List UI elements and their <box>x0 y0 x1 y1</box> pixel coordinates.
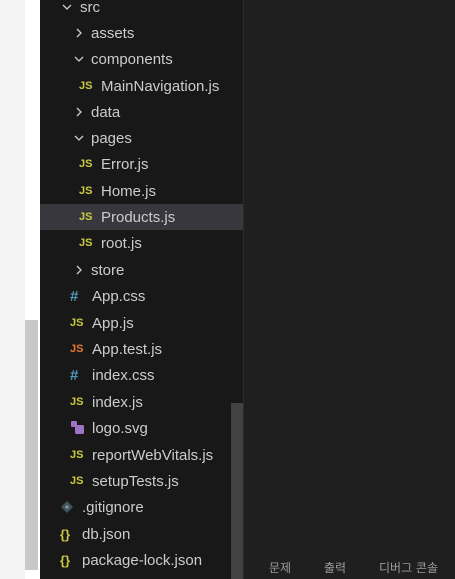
file-app-test-js[interactable]: JS App.test.js <box>40 336 243 362</box>
folder-src[interactable]: src <box>40 0 243 20</box>
file-reportwebvitals-js[interactable]: JS reportWebVitals.js <box>40 442 243 468</box>
tab-problems[interactable]: 문제 <box>269 559 291 576</box>
tree-item-label: App.test.js <box>92 340 163 358</box>
tree-item-label: setupTests.js <box>92 472 179 490</box>
tree-item-label: index.js <box>92 393 143 411</box>
git-diamond-icon <box>60 500 82 514</box>
tree-item-label: Products.js <box>101 208 176 226</box>
tree-item-label: logo.svg <box>92 419 148 437</box>
tree-item-label: Home.js <box>101 182 157 200</box>
tree-item-label: App.css <box>92 287 146 305</box>
js-file-icon: JS <box>70 317 84 329</box>
file-logo-svg[interactable]: logo.svg <box>40 415 243 441</box>
tree-item-label: components <box>91 50 173 68</box>
file-root-js[interactable]: JS root.js <box>40 230 243 256</box>
left-scrollbar-thumb[interactable] <box>25 320 38 570</box>
js-file-icon: JS <box>79 158 93 170</box>
js-file-icon: JS <box>79 237 93 249</box>
js-file-icon: JS <box>79 211 93 223</box>
file-mainnavigation-js[interactable]: JS MainNavigation.js <box>40 73 243 99</box>
tree-item-label: .gitignore <box>82 498 144 516</box>
folder-assets[interactable]: assets <box>40 20 243 46</box>
folder-components[interactable]: components <box>40 46 243 72</box>
file-package-lock-json[interactable]: {} package-lock.json <box>40 547 243 573</box>
file-home-js[interactable]: JS Home.js <box>40 178 243 204</box>
chevron-down-icon <box>60 1 74 13</box>
screen: src assets components JS MainNavigation.… <box>0 0 455 579</box>
js-file-icon: JS <box>70 475 84 487</box>
chevron-right-icon <box>72 27 86 39</box>
tab-debug-console[interactable]: 디버그 콘솔 <box>379 559 438 576</box>
file-app-css[interactable]: # App.css <box>40 283 243 309</box>
file-index-js[interactable]: JS index.js <box>40 389 243 415</box>
file-db-json[interactable]: {} db.json <box>40 521 243 547</box>
tree-item-label: reportWebVitals.js <box>92 446 214 464</box>
tree-item-label: assets <box>91 24 135 42</box>
file-app-js[interactable]: JS App.js <box>40 310 243 336</box>
tree-item-label: src <box>80 0 100 16</box>
js-test-file-icon: JS <box>70 343 84 355</box>
tree-item-label: Error.js <box>101 155 149 173</box>
editor-area[interactable] <box>244 0 455 579</box>
folder-pages[interactable]: pages <box>40 125 243 151</box>
tab-output[interactable]: 출력 <box>324 559 346 576</box>
json-file-icon: {} <box>60 552 71 568</box>
left-chrome-panel <box>0 0 25 579</box>
js-file-icon: JS <box>79 185 93 197</box>
tree-item-label: db.json <box>82 525 131 543</box>
tree-item-label: store <box>91 261 125 279</box>
tree-item-label: package-lock.json <box>82 551 203 569</box>
file-error-js[interactable]: JS Error.js <box>40 151 243 177</box>
tree-item-label: root.js <box>101 234 142 252</box>
tree-item-label: pages <box>91 129 132 147</box>
json-file-icon: {} <box>60 526 71 542</box>
tree-item-label: index.css <box>92 366 155 384</box>
css-file-icon: # <box>70 287 79 305</box>
explorer-scrollbar-thumb[interactable] <box>231 403 243 579</box>
js-file-icon: JS <box>70 396 84 408</box>
chevron-down-icon <box>72 53 86 65</box>
chevron-right-icon <box>72 264 86 276</box>
chevron-right-icon <box>72 106 86 118</box>
file-gitignore[interactable]: .gitignore <box>40 494 243 520</box>
css-file-icon: # <box>70 366 79 384</box>
folder-data[interactable]: data <box>40 99 243 125</box>
file-index-css[interactable]: # index.css <box>40 362 243 388</box>
js-file-icon: JS <box>79 80 93 92</box>
panel-tab-bar: 문제 출력 디버그 콘솔 <box>244 553 455 579</box>
file-explorer: src assets components JS MainNavigation.… <box>40 0 243 579</box>
svg-file-icon <box>70 420 92 436</box>
file-products-js[interactable]: JS Products.js <box>40 204 243 230</box>
file-setuptests-js[interactable]: JS setupTests.js <box>40 468 243 494</box>
tree-item-label: App.js <box>92 314 134 332</box>
tree-item-label: MainNavigation.js <box>101 77 220 95</box>
tree-item-label: data <box>91 103 121 121</box>
folder-store[interactable]: store <box>40 257 243 283</box>
js-file-icon: JS <box>70 449 84 461</box>
chevron-down-icon <box>72 132 86 144</box>
